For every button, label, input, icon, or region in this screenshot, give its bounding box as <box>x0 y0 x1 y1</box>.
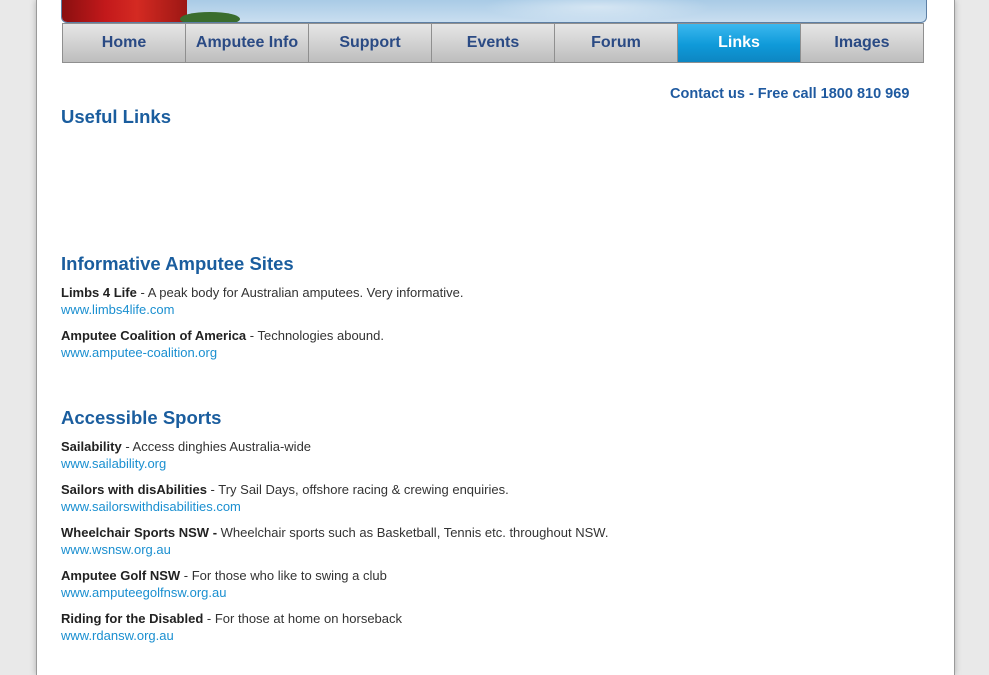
link-entry: Amputee Coalition of America - Technolog… <box>61 327 761 361</box>
entry-name: Amputee Coalition of America <box>61 328 247 343</box>
entry-name: Sailability <box>61 439 122 454</box>
page-title: Useful Links <box>61 106 171 127</box>
entry-description: A peak body for Australian amputees. Ver… <box>147 285 464 300</box>
nav-amputee-info[interactable]: Amputee Info <box>186 23 309 63</box>
section-accessible-sports: Accessible Sports Sailability - Access d… <box>61 407 761 653</box>
entry-name: Wheelchair Sports NSW - <box>61 525 218 540</box>
entry-name: Amputee Golf NSW <box>61 568 181 583</box>
entry-name: Sailors with disAbilities <box>61 482 207 497</box>
nav-images[interactable]: Images <box>801 23 924 63</box>
entry-separator: - <box>180 568 192 583</box>
entry-separator: - <box>246 328 258 343</box>
contact-link[interactable]: Contact us - Free call 1800 810 969 <box>670 86 909 102</box>
entry-url-link[interactable]: www.amputeegolfnsw.org.au <box>61 584 761 601</box>
section-informative: Informative Amputee Sites Limbs 4 Life -… <box>61 253 761 370</box>
entry-separator: - <box>136 285 148 300</box>
link-entry: Wheelchair Sports NSW - Wheelchair sport… <box>61 524 761 558</box>
entry-name: Riding for the Disabled <box>61 611 204 626</box>
entry-description: For those who like to swing a club <box>191 568 387 583</box>
entry-separator: - <box>206 482 219 497</box>
entry-url-link[interactable]: www.wsnsw.org.au <box>61 541 761 558</box>
entry-description: Technologies abound. <box>257 328 384 343</box>
entry-description: Access dinghies Australia-wide <box>132 439 312 454</box>
banner-leaf-image <box>180 12 240 22</box>
entry-description: Wheelchair sports such as Basketball, Te… <box>220 525 609 540</box>
link-entry: Limbs 4 Life - A peak body for Australia… <box>61 284 761 318</box>
banner-glow <box>482 0 712 22</box>
entry-separator: - <box>203 611 215 626</box>
entry-description: Try Sail Days, offshore racing & crewing… <box>218 482 509 497</box>
header-banner <box>61 0 927 23</box>
main-nav: Home Amputee Info Support Events Forum L… <box>62 23 924 63</box>
nav-forum[interactable]: Forum <box>555 23 678 63</box>
entry-url-link[interactable]: www.limbs4life.com <box>61 301 761 318</box>
entry-url-link[interactable]: www.amputee-coalition.org <box>61 344 761 361</box>
nav-links[interactable]: Links <box>678 23 801 63</box>
link-entry: Sailability - Access dinghies Australia-… <box>61 438 761 472</box>
nav-events[interactable]: Events <box>432 23 555 63</box>
entry-name: Limbs 4 Life <box>61 285 137 300</box>
nav-home[interactable]: Home <box>62 23 186 63</box>
link-entry: Sailors with disAbilities - Try Sail Day… <box>61 481 761 515</box>
entry-separator: - <box>121 439 133 454</box>
section-heading: Informative Amputee Sites <box>61 253 294 274</box>
nav-support[interactable]: Support <box>309 23 432 63</box>
entry-description: For those at home on horseback <box>214 611 403 626</box>
banner-flower-image <box>62 0 187 22</box>
entry-url-link[interactable]: www.sailability.org <box>61 455 761 472</box>
entry-url-link[interactable]: www.sailorswithdisabilities.com <box>61 498 761 515</box>
entry-url-link[interactable]: www.rdansw.org.au <box>61 627 761 644</box>
section-heading: Accessible Sports <box>61 407 222 428</box>
link-entry: Amputee Golf NSW - For those who like to… <box>61 567 761 601</box>
link-entry: Riding for the Disabled - For those at h… <box>61 610 761 644</box>
